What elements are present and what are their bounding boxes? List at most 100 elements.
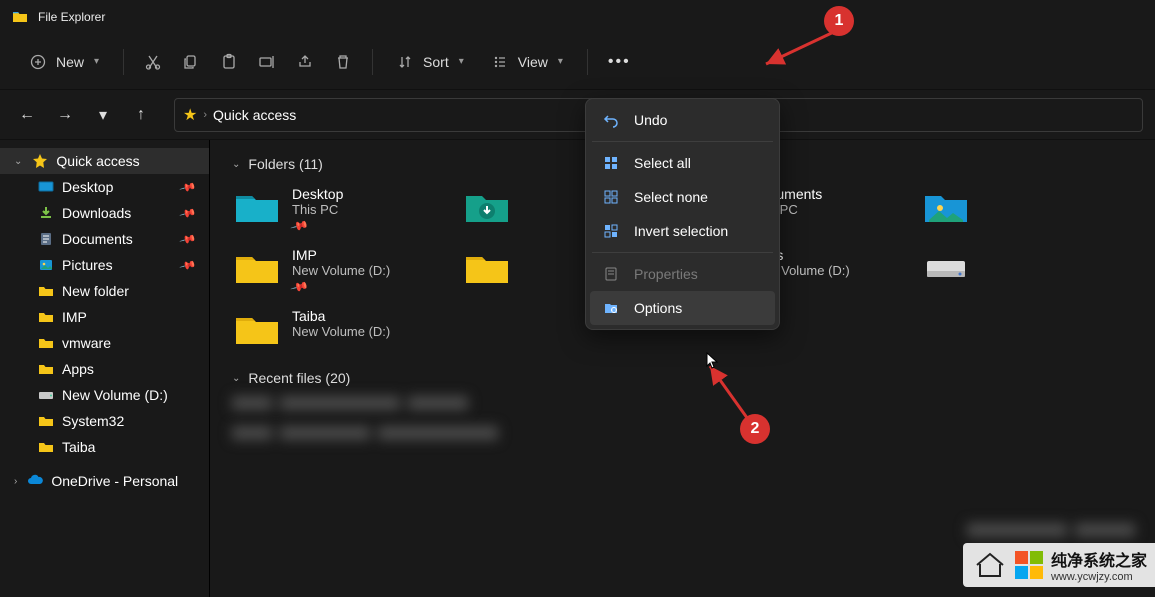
folder-item[interactable]: Desktop This PC 📌 (232, 182, 444, 239)
share-button[interactable] (288, 47, 322, 77)
menu-item-label: Select all (634, 155, 691, 171)
star-icon: ★ (183, 105, 197, 125)
chevron-down-icon: ⌄ (14, 156, 22, 167)
sidebar-item-label: New folder (62, 283, 129, 299)
folder-item[interactable]: IMP New Volume (D:) 📌 (232, 243, 444, 300)
main: ⌄ Quick access Desktop 📌 Downloads 📌 Doc… (0, 140, 1155, 597)
undo-icon (602, 111, 620, 129)
breadcrumb[interactable]: Quick access (213, 107, 296, 123)
sidebar-item[interactable]: Downloads 📌 (0, 200, 209, 226)
sidebar: ⌄ Quick access Desktop 📌 Downloads 📌 Doc… (0, 140, 210, 597)
drive-big-icon (923, 247, 969, 285)
invert-icon (602, 222, 620, 240)
folder-item[interactable]: Taiba New Volume (D:) (232, 304, 444, 350)
item-name: IMP (292, 247, 390, 263)
sidebar-item-label: Desktop (62, 179, 113, 195)
menu-item-label: Select none (634, 189, 708, 205)
cloud-icon (27, 473, 43, 489)
recent-locations-button[interactable]: ▾ (88, 100, 118, 130)
sidebar-onedrive[interactable]: › OneDrive - Personal (0, 468, 209, 494)
pin-icon: 📌 (290, 216, 310, 236)
folder-icon (38, 309, 54, 325)
item-name: Taiba (292, 308, 390, 324)
menu-item-invert selection[interactable]: Invert selection (590, 214, 775, 248)
context-menu: Undo Select all Select none Invert selec… (585, 98, 780, 330)
toolbar: New ▾ Sort ▾ View ▾ ••• (0, 34, 1155, 90)
sort-label: Sort (423, 54, 449, 70)
sidebar-item[interactable]: IMP (0, 304, 209, 330)
forward-button[interactable]: → (50, 100, 80, 130)
folder-icon (38, 439, 54, 455)
paste-button[interactable] (212, 47, 246, 77)
recent-section-head[interactable]: ⌄ Recent files (20) (232, 370, 1133, 386)
select-all-icon (602, 154, 620, 172)
sidebar-quick-access[interactable]: ⌄ Quick access (0, 148, 209, 174)
menu-item-label: Undo (634, 112, 667, 128)
menu-item-label: Invert selection (634, 223, 728, 239)
sidebar-item[interactable]: Pictures 📌 (0, 252, 209, 278)
windows-logo-icon (1015, 551, 1043, 579)
sidebar-item-label: OneDrive - Personal (51, 473, 178, 489)
star-icon (32, 153, 48, 169)
new-label: New (56, 54, 84, 70)
chevron-right-icon: › (14, 476, 17, 487)
sidebar-item-label: Pictures (62, 257, 113, 273)
picture-icon (38, 257, 54, 273)
select-none-icon (602, 188, 620, 206)
pin-icon: 📌 (179, 256, 197, 274)
pin-icon: 📌 (179, 230, 197, 248)
pin-icon: 📌 (179, 178, 197, 196)
copy-button[interactable] (174, 47, 208, 77)
chevron-down-icon: ▾ (558, 56, 563, 67)
new-button[interactable]: New ▾ (18, 48, 111, 76)
sort-button[interactable]: Sort ▾ (385, 48, 476, 76)
folder-big-icon (464, 247, 510, 285)
chevron-down-icon: ▾ (459, 56, 464, 67)
pin-icon: 📌 (290, 277, 310, 297)
sidebar-item-label: Quick access (56, 153, 139, 169)
menu-item-undo[interactable]: Undo (590, 103, 775, 137)
cut-button[interactable] (136, 47, 170, 77)
nav-bar: ← → ▾ ↑ ★ › Quick access (0, 90, 1155, 140)
sidebar-item[interactable]: Taiba (0, 434, 209, 460)
more-button[interactable]: ••• (600, 47, 639, 77)
view-label: View (518, 54, 548, 70)
chevron-right-icon: › (203, 109, 207, 121)
sidebar-item[interactable]: Documents 📌 (0, 226, 209, 252)
chevron-down-icon: ▾ (94, 56, 99, 67)
window-title: File Explorer (38, 10, 105, 24)
sidebar-item-label: Taiba (62, 439, 95, 455)
sidebar-item[interactable]: vmware (0, 330, 209, 356)
menu-item-select none[interactable]: Select none (590, 180, 775, 214)
section-label: Recent files (20) (248, 370, 350, 386)
sidebar-item-label: Apps (62, 361, 94, 377)
chevron-down-icon: ⌄ (232, 373, 240, 384)
sidebar-item-label: IMP (62, 309, 87, 325)
watermark-url: www.ycwjzy.com (1051, 571, 1147, 583)
folder-item[interactable] (921, 243, 1133, 300)
download-icon (38, 205, 54, 221)
folder-icon (38, 361, 54, 377)
sidebar-item[interactable]: Desktop 📌 (0, 174, 209, 200)
sidebar-item[interactable]: New Volume (D:) (0, 382, 209, 408)
menu-item-options[interactable]: Options (590, 291, 775, 325)
sidebar-item[interactable]: Apps (0, 356, 209, 382)
folder-item[interactable] (921, 182, 1133, 239)
delete-button[interactable] (326, 47, 360, 77)
options-icon (602, 299, 620, 317)
item-name: Desktop (292, 186, 343, 202)
menu-item-label: Properties (634, 266, 698, 282)
recent-blurred (232, 396, 1133, 410)
view-button[interactable]: View ▾ (480, 48, 575, 76)
back-button[interactable]: ← (12, 100, 42, 130)
title-bar: File Explorer (0, 0, 1155, 34)
sidebar-item-label: System32 (62, 413, 124, 429)
house-icon (973, 551, 1007, 579)
separator (372, 49, 373, 75)
rename-button[interactable] (250, 47, 284, 77)
up-button[interactable]: ↑ (126, 100, 156, 130)
menu-item-select all[interactable]: Select all (590, 146, 775, 180)
sidebar-item[interactable]: New folder (0, 278, 209, 304)
menu-separator (592, 252, 773, 253)
sidebar-item[interactable]: System32 (0, 408, 209, 434)
